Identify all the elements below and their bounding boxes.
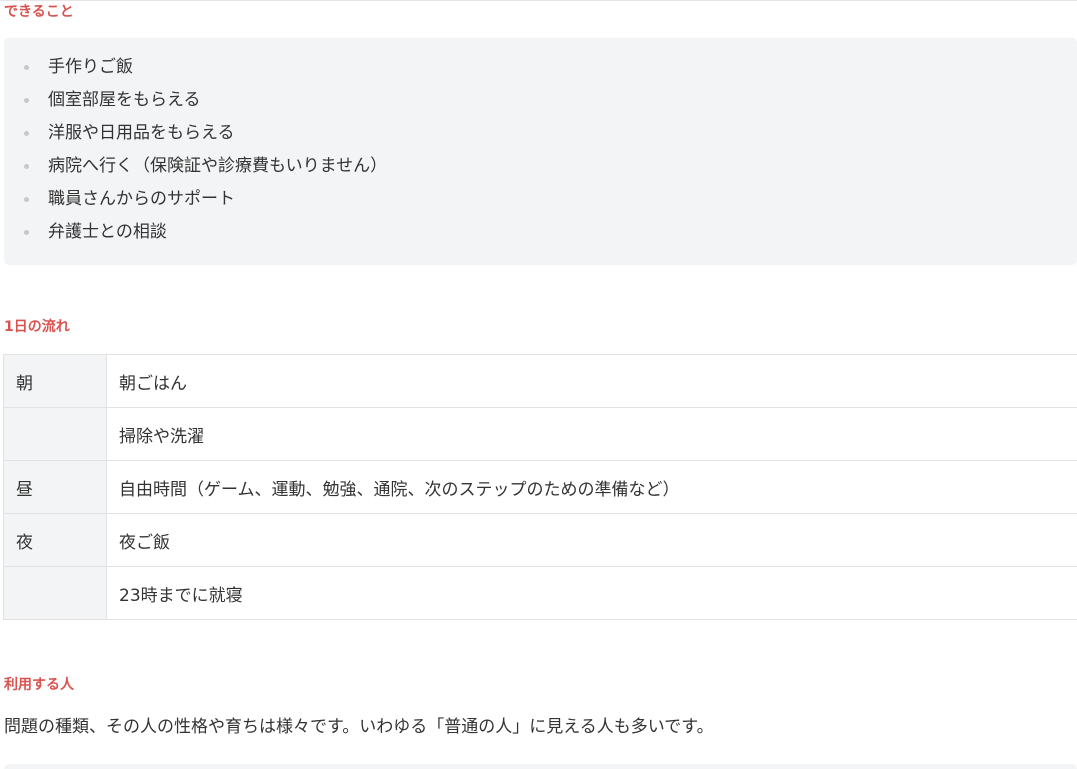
table-row: 夜 夜ご飯 [3,513,1077,567]
activity-cell: 掃除や洗濯 [106,407,1077,461]
list-item-text: 洋服や日用品をもらえる [48,123,235,143]
bullet-icon [24,197,29,202]
list-item: 個室部屋をもらえる [4,84,1077,117]
time-cell: 夜 [3,513,107,567]
time-cell [3,566,107,620]
table-row: 昼 自由時間（ゲーム、運動、勉強、通院、次のステップのための準備など） [3,460,1077,514]
section-heading-can-do: できること [4,4,74,20]
list-item: 手作りご飯 [4,51,1077,84]
table-row: 朝 朝ごはん [3,354,1077,408]
users-paragraph: 問題の種類、その人の性格や育ちは様々です。いわゆる「普通の人」に見える人も多いで… [4,717,714,737]
top-divider [0,0,1077,1]
list-item-text: 病院へ行く（保険証や診療費もいりません） [48,156,388,176]
bullet-icon [24,131,29,136]
list-item-text: 職員さんからのサポート [48,189,235,209]
section-heading-users: 利用する人 [4,677,74,693]
list-item-text: 個室部屋をもらえる [48,90,201,110]
can-do-list: 手作りご飯 個室部屋をもらえる 洋服や日用品をもらえる 病院へ行く（保険証や診療… [4,51,1077,249]
activity-cell: 23時までに就寝 [106,566,1077,620]
bullet-icon [24,98,29,103]
activity-cell: 自由時間（ゲーム、運動、勉強、通院、次のステップのための準備など） [106,460,1077,514]
list-item: 弁護士との相談 [4,216,1077,249]
list-item-text: 弁護士との相談 [48,222,167,242]
bullet-icon [24,164,29,169]
section-heading-day-flow: 1日の流れ [4,319,70,335]
table-row: 掃除や洗濯 [3,407,1077,461]
list-item: 病院へ行く（保険証や診療費もいりません） [4,150,1077,183]
next-box-edge [4,764,1077,769]
list-item: 職員さんからのサポート [4,183,1077,216]
list-item: 洋服や日用品をもらえる [4,117,1077,150]
time-cell: 朝 [3,354,107,408]
table-row: 23時までに就寝 [3,566,1077,620]
activity-cell: 朝ごはん [106,354,1077,408]
list-item-text: 手作りご飯 [48,57,133,77]
time-cell: 昼 [3,460,107,514]
activity-cell: 夜ご飯 [106,513,1077,567]
time-cell [3,407,107,461]
bullet-icon [24,230,29,235]
bullet-icon [24,65,29,70]
can-do-list-box: 手作りご飯 個室部屋をもらえる 洋服や日用品をもらえる 病院へ行く（保険証や診療… [4,38,1077,265]
daily-schedule-table: 朝 朝ごはん 掃除や洗濯 昼 自由時間（ゲーム、運動、勉強、通院、次のステップの… [3,354,1077,620]
